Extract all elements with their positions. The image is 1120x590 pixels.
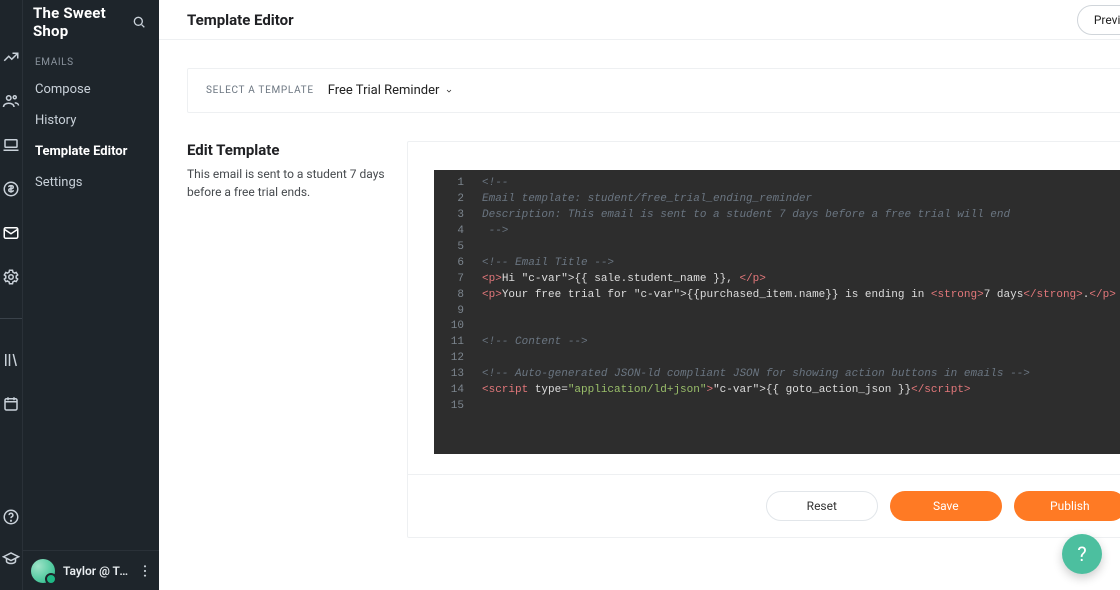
sidebar-section-label: Emails <box>23 43 159 74</box>
user-name: Taylor @ Teachable <box>63 564 129 578</box>
email-icon[interactable] <box>0 222 22 244</box>
code-body: <!-- Email template: student/free_trial_… <box>472 170 1120 454</box>
code-gutter: 123456789101112131415 <box>434 170 472 454</box>
laptop-icon[interactable] <box>0 134 22 156</box>
library-icon[interactable] <box>0 349 22 371</box>
dollar-icon[interactable] <box>0 178 22 200</box>
gear-icon[interactable] <box>0 266 22 288</box>
preview-button[interactable]: Preview <box>1077 5 1120 35</box>
avatar[interactable] <box>31 559 55 583</box>
save-button[interactable]: Save <box>890 491 1002 521</box>
edit-info: Edit Template This email is sent to a st… <box>187 141 407 538</box>
chevron-down-icon <box>445 87 453 95</box>
sidebar-nav: Compose History Template Editor Settings <box>23 74 159 198</box>
template-select-card: Select a template Free Trial Reminder <box>187 68 1120 113</box>
edit-info-title: Edit Template <box>187 141 407 159</box>
reset-button[interactable]: Reset <box>766 491 878 521</box>
topbar: Template Editor Preview <box>159 0 1120 40</box>
people-icon[interactable] <box>0 90 22 112</box>
template-select-dropdown[interactable]: Free Trial Reminder <box>328 83 454 98</box>
analytics-icon[interactable] <box>0 46 22 68</box>
iconbar <box>0 0 23 590</box>
more-icon[interactable] <box>137 563 153 579</box>
graduation-icon[interactable] <box>0 548 22 570</box>
sidebar-item-history[interactable]: History <box>23 105 159 136</box>
help-fab[interactable]: ? <box>1062 534 1102 574</box>
template-select-label: Select a template <box>206 85 314 96</box>
brand[interactable]: The Sweet Shop <box>33 4 131 40</box>
page-title: Template Editor <box>187 11 294 29</box>
sidebar-item-template-editor[interactable]: Template Editor <box>23 136 159 167</box>
help-icon[interactable] <box>0 506 22 528</box>
sidebar-item-settings[interactable]: Settings <box>23 167 159 198</box>
search-icon[interactable] <box>131 14 147 30</box>
edit-info-desc: This email is sent to a student 7 days b… <box>187 165 407 201</box>
editor-card: 123456789101112131415 <!-- Email templat… <box>407 141 1120 538</box>
publish-button[interactable]: Publish <box>1014 491 1120 521</box>
divider <box>0 318 22 319</box>
editor-footer: Reset Save Publish <box>408 474 1120 537</box>
sidebar: The Sweet Shop Emails Compose History Te… <box>23 0 159 590</box>
template-select-value: Free Trial Reminder <box>328 83 440 98</box>
code-editor[interactable]: 123456789101112131415 <!-- Email templat… <box>434 170 1120 454</box>
calendar-icon[interactable] <box>0 393 22 415</box>
sidebar-item-compose[interactable]: Compose <box>23 74 159 105</box>
